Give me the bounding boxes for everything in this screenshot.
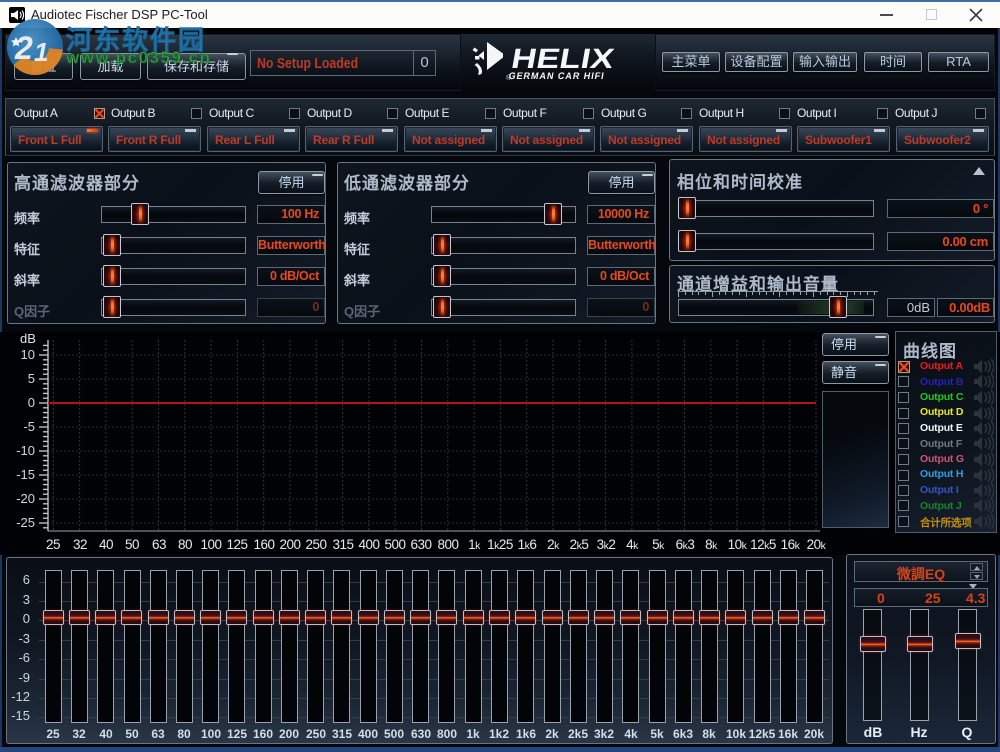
svg-text:GERMAN CAR HIFI: GERMAN CAR HIFI bbox=[508, 71, 606, 82]
svg-text:®: ® bbox=[506, 74, 512, 82]
svg-text:HELIX: HELIX bbox=[509, 42, 617, 74]
